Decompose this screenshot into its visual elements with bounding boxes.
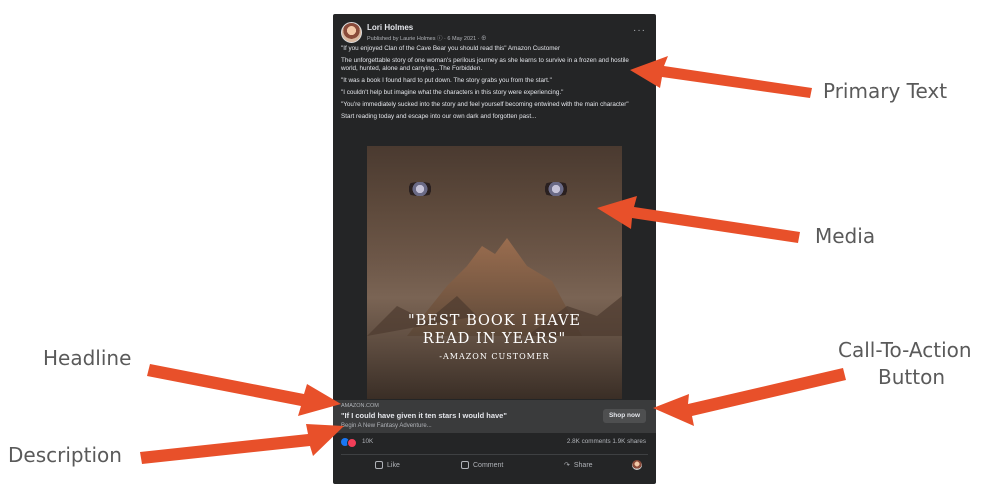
arrow-primary-text: [630, 56, 812, 98]
label-media: Media: [815, 224, 876, 248]
arrow-cta: [653, 368, 846, 426]
label-cta-line2: Button: [878, 365, 945, 389]
label-headline: Headline: [43, 346, 132, 370]
arrow-headline: [147, 364, 341, 416]
arrow-media: [597, 196, 800, 243]
label-cta-line1: Call-To-Action: [838, 338, 972, 362]
label-primary-text: Primary Text: [823, 79, 948, 103]
arrow-description: [140, 424, 344, 464]
label-description: Description: [8, 443, 122, 467]
